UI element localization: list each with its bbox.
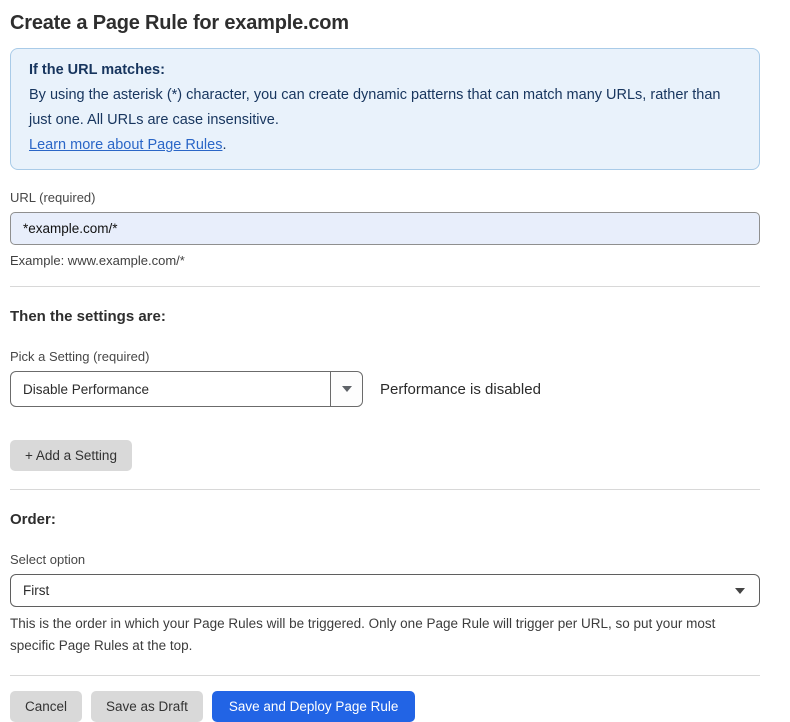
learn-more-link[interactable]: Learn more about Page Rules — [29, 137, 222, 153]
setting-select[interactable]: Disable Performance — [10, 371, 363, 407]
chevron-down-icon — [342, 386, 352, 392]
order-section-heading: Order: — [10, 511, 760, 528]
order-select[interactable]: First — [10, 574, 760, 607]
setting-status-text: Performance is disabled — [380, 381, 541, 398]
info-box-link-line: Learn more about Page Rules. — [29, 133, 741, 158]
link-period: . — [222, 137, 226, 153]
url-label: URL (required) — [10, 190, 760, 205]
save-draft-button[interactable]: Save as Draft — [91, 691, 203, 722]
pick-setting-label: Pick a Setting (required) — [10, 349, 760, 364]
divider — [10, 675, 760, 676]
info-box-heading: If the URL matches: — [29, 58, 741, 83]
info-box-body: By using the asterisk (*) character, you… — [29, 83, 729, 133]
order-select-label: Select option — [10, 552, 760, 567]
url-match-info-box: If the URL matches: By using the asteris… — [10, 48, 760, 170]
divider — [10, 489, 760, 490]
divider — [10, 286, 760, 287]
chevron-down-icon — [735, 588, 745, 594]
page-title: Create a Page Rule for example.com — [10, 12, 760, 35]
form-footer: Cancel Save as Draft Save and Deploy Pag… — [10, 691, 760, 722]
setting-select-arrow-button[interactable] — [330, 372, 362, 406]
url-input[interactable] — [10, 212, 760, 245]
cancel-button[interactable]: Cancel — [10, 691, 82, 722]
order-help-text: This is the order in which your Page Rul… — [10, 613, 758, 657]
order-select-value: First — [11, 583, 735, 598]
save-deploy-button[interactable]: Save and Deploy Page Rule — [212, 691, 416, 722]
setting-select-value: Disable Performance — [11, 382, 330, 397]
add-setting-button[interactable]: + Add a Setting — [10, 440, 132, 471]
settings-section-heading: Then the settings are: — [10, 308, 760, 325]
setting-row: Disable Performance Performance is disab… — [10, 371, 760, 407]
create-page-rule-form: Create a Page Rule for example.com If th… — [10, 0, 760, 722]
url-example-help: Example: www.example.com/* — [10, 253, 760, 268]
